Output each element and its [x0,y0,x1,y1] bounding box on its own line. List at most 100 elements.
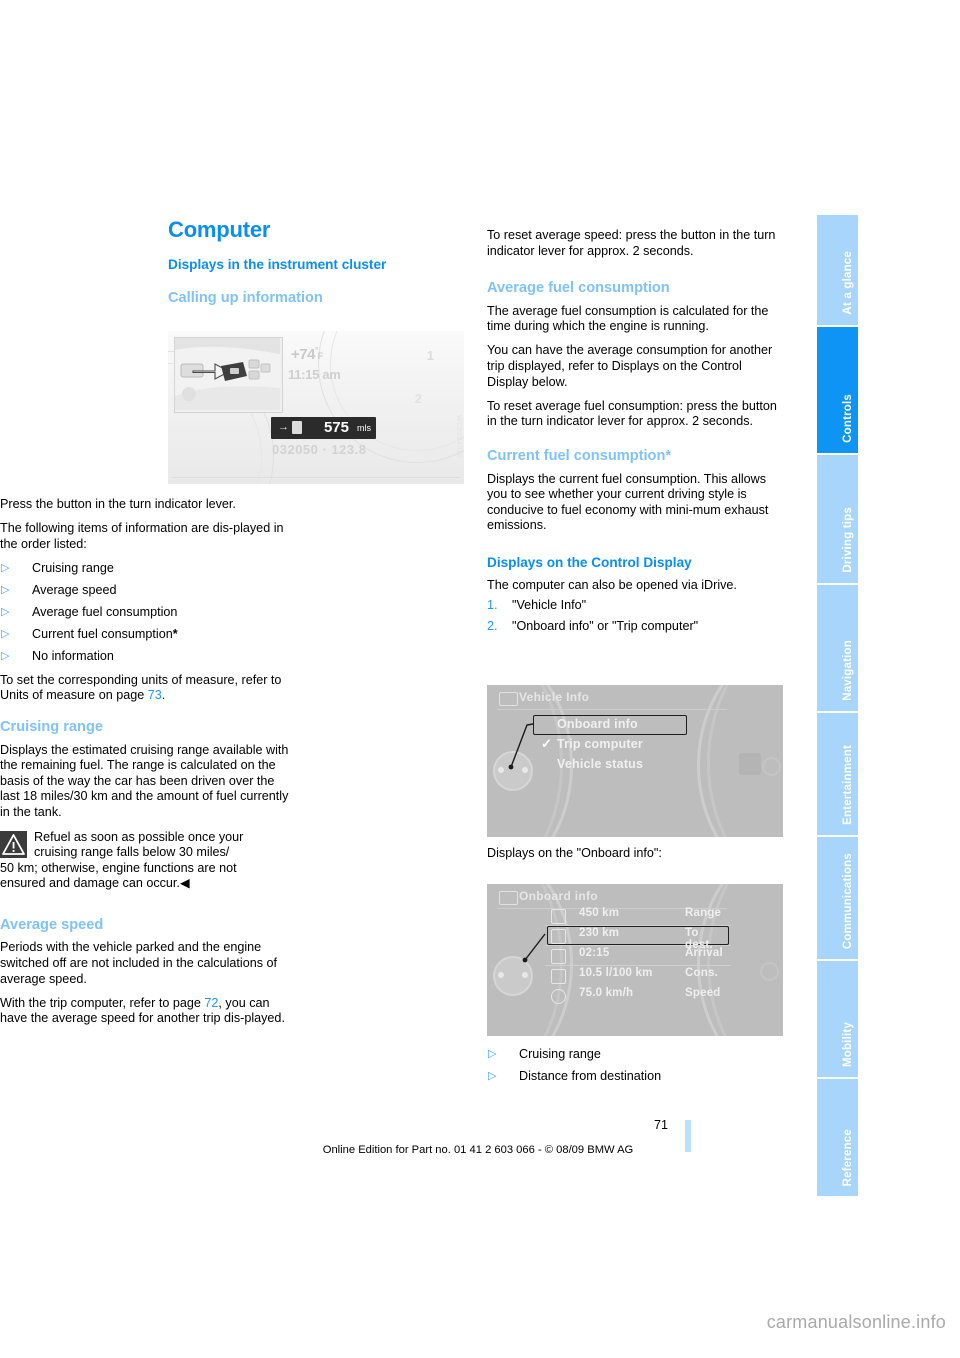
triangle-bullet-icon: ▷ [1,650,10,663]
row-value: 230 km [579,927,620,939]
page-reference-73[interactable]: 73 [148,688,162,702]
step-label: "Vehicle Info" [512,598,587,613]
para-trip-computer: With the trip computer, refer to page 72… [0,996,296,1027]
sidebar-tab-navigation[interactable]: Navigation [817,585,858,713]
row-label: Arrival [685,947,723,959]
heading-calling-up-information: Calling up information [168,290,323,307]
turn-indicator-lever-inset [174,337,283,413]
list-item: ▷ Average speed [0,583,296,599]
triangle-bullet-icon: ▷ [1,628,10,641]
warning-triangle-icon [0,830,27,858]
list-item-label: Current fuel consumption [32,627,173,642]
warning-line-3: 50 km; otherwise, engine functions are n… [0,860,237,875]
row-label: Cons. [685,967,718,979]
caption-onboard-info: Displays on the "Onboard info": [487,846,662,860]
sidebar-tab-label: Entertainment [842,745,854,825]
range-unit: mls [357,423,371,433]
list-item-label: Average speed [32,582,117,597]
list-item: ▷ No information [0,649,296,665]
sidebar-tab-entertainment[interactable]: Entertainment [817,713,858,837]
heading-displays-control-display: Displays on the Control Display [487,554,692,570]
list-item-label: Cruising range [519,1047,601,1061]
temperature-value: 74 [299,346,315,363]
menu-item-trip-computer[interactable]: Trip computer [557,737,643,751]
footer-edition-line: Online Edition for Part no. 01 41 2 603 … [322,1144,634,1156]
sidebar-tab-mobility[interactable]: Mobility [817,961,858,1079]
warning-block: Refuel as soon as possible once your cru… [0,830,296,892]
sidebar-tab-label: At a glance [842,251,854,315]
row-label: Speed [685,987,721,999]
para-idrive: The computer can also be opened via iDri… [487,577,737,592]
tach-label-2: 2 [414,391,422,406]
row-value: 02:15 [579,947,610,959]
sidebar-tab-controls[interactable]: Controls [817,327,858,455]
para-avgfuel-1: The average fuel consumption is calculat… [487,303,769,334]
heading-cruising-range: Cruising range [0,718,103,735]
figure-instrument-cluster: +74°F 11:15 am → 575 mls 032050 · 123.8 … [168,331,464,484]
range-value: 575 [323,419,349,436]
destination-icon [551,929,566,944]
clock-display: 11:15 am [288,367,341,382]
lever-illustration [175,338,280,410]
row-label: Range [685,907,722,919]
sidebar-tab-label: Controls [842,394,854,443]
warning-end-marker: ◀ [179,876,190,891]
table-row[interactable]: 02:15 Arrival [547,946,729,966]
page-title: Computer [168,217,271,242]
step-label: "Onboard info" or "Trip computer" [512,619,699,634]
sidebar-tab-driving-tips[interactable]: Driving tips [817,455,858,585]
onboard-info-bullets: ▷ Cruising range ▷ Distance from destina… [487,1045,787,1093]
triangle-bullet-icon: ▷ [1,583,10,596]
triangle-bullet-icon: ▷ [488,1048,497,1060]
sidebar-tab-communications[interactable]: Communications [817,837,858,961]
row-value: 10.5 l/100 km [579,967,653,979]
site-watermark: carmanualsonline.info [766,1312,946,1332]
row-value: 450 km [579,907,620,919]
page-reference-72[interactable]: 72 [204,996,218,1010]
list-item: ▷ Current fuel consumption* [0,627,296,643]
table-row[interactable]: 230 km To dest. [547,926,729,951]
table-row[interactable]: 10.5 l/100 km Cons. [547,966,729,986]
checkmark-icon: ✓ [541,736,552,751]
fuel-pump-icon [292,421,302,434]
warning-line-2: cruising range falls below 30 miles/ [34,845,230,860]
menu-item-onboard-info[interactable]: Onboard info [557,717,638,731]
sidebar-tab-at-a-glance[interactable]: At a glance [817,215,858,327]
info-order-list: ▷ Cruising range ▷ Average speed ▷ Avera… [0,561,296,665]
left-column-body: Press the button in the turn indicator l… [0,497,296,1027]
para-units-text: To set the corresponding units of measur… [0,672,282,703]
heading-current-fuel-consumption: Current fuel consumption* [487,447,672,464]
para-following-items: The following items of information are d… [0,521,284,551]
para-units-of-measure: To set the corresponding units of measur… [0,673,296,704]
chapter-tab-sidebar: At a glance Controls Driving tips Naviga… [817,215,858,1196]
list-item-label: No information [32,649,114,664]
figure-vehicle-info-menu: Vehicle Info Onboard info ✓ Trip compute… [487,685,783,837]
sidebar-tab-label: Driving tips [842,507,854,573]
table-row[interactable]: 450 km Range [547,906,729,926]
list-item-label: Distance from destination [519,1069,662,1084]
para-reset-average-speed: To reset average speed: press the button… [487,228,776,258]
menu-item-vehicle-status[interactable]: Vehicle status [557,757,643,771]
temperature-unit: F [317,351,324,361]
step-number: 1. [487,598,498,613]
para-units-period: . [161,688,166,703]
list-item: ▷ Average fuel consumption [0,605,296,621]
para-trip-pre: With the trip computer, refer to page [0,995,205,1010]
para-average-speed: Periods with the vehicle parked and the … [0,940,278,986]
list-item: 2. "Onboard info" or "Trip computer" [487,619,783,635]
section-subtitle: Displays in the instrument cluster [168,256,387,272]
page-number: 71 [654,1118,669,1132]
speedometer-icon [551,989,566,1004]
warning-line-1: Refuel as soon as possible once your [34,829,244,844]
odometer-display: 032050 · 123.8 [272,442,367,457]
sidebar-tab-reference[interactable]: Reference [817,1079,858,1196]
arrow-icon: → [278,421,289,433]
sidebar-tab-label: Communications [842,852,854,949]
list-item: 1. "Vehicle Info" [487,598,783,614]
arrival-clock-icon [551,949,566,964]
sidebar-tab-label: Reference [842,1128,854,1186]
idrive-steps-list: 1. "Vehicle Info" 2. "Onboard info" or "… [487,598,783,635]
list-item-label: Average fuel consumption [32,604,178,619]
triangle-bullet-icon: ▷ [1,605,10,618]
table-row[interactable]: 75.0 km/h Speed [547,986,729,1006]
